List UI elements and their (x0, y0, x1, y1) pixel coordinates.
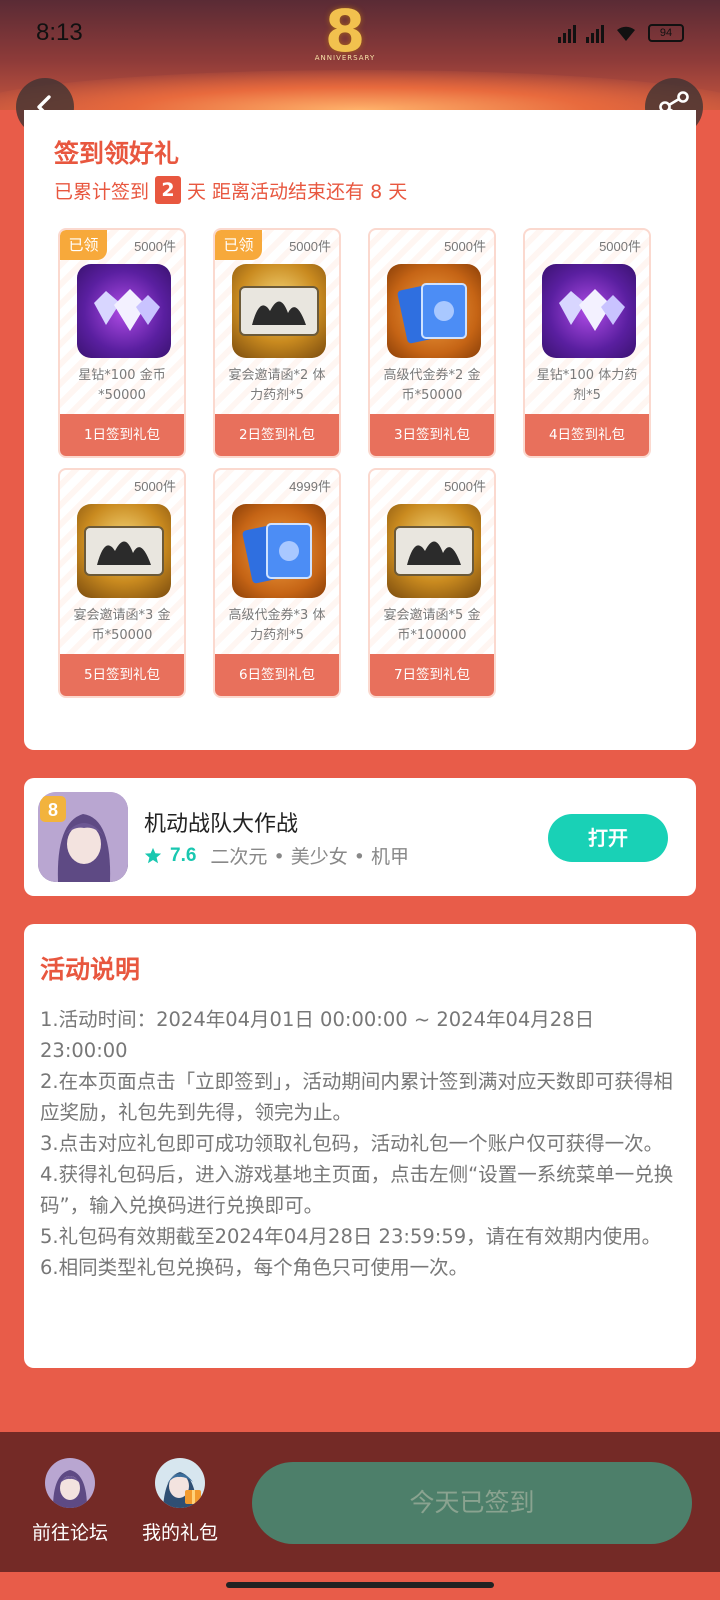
voucher-icon (232, 504, 326, 598)
gift-stock: 5000件 (599, 239, 641, 254)
gift-day-4[interactable]: 5000件 星钻*100 体力药剂*5 4日签到礼包 (523, 228, 651, 458)
gift-day-label: 6日签到礼包 (215, 654, 339, 696)
game-rating: 7.6 (170, 844, 197, 866)
bottom-bar: 前往论坛 我的礼包 今天已签到 (0, 1432, 720, 1572)
rules-body: 1.活动时间：2024年04月01日 00:00:00 ~ 2024年04月28… (40, 1004, 680, 1283)
gift-desc: 宴会邀请函*3 金币*50000 (73, 608, 171, 643)
gift-day-label: 1日签到礼包 (60, 414, 184, 456)
banner-glow (0, 70, 720, 110)
invitation-icon (387, 504, 481, 598)
status-bar: 8:13 94 (0, 0, 720, 66)
gift-day-7[interactable]: 5000件 宴会邀请函*5 金币*100000 7日签到礼包 (368, 468, 496, 698)
signal-icon (558, 23, 576, 43)
forum-button[interactable]: 前往论坛 (20, 1458, 120, 1545)
gift-stock: 5000件 (134, 479, 176, 494)
diamond-icon (77, 264, 171, 358)
gift-desc: 宴会邀请函*5 金币*100000 (383, 608, 481, 643)
rule-item: 1.活动时间：2024年04月01日 00:00:00 ~ 2024年04月28… (40, 1008, 595, 1062)
rules-title: 活动说明 (40, 955, 141, 984)
gift-day-label: 2日签到礼包 (215, 414, 339, 456)
forum-avatar-icon (45, 1458, 95, 1508)
rule-item: 3.点击对应礼包即可成功领取礼包码，活动礼包一个账户仅可获得一次。 (40, 1132, 664, 1155)
star-icon (144, 847, 162, 863)
signin-status-prefix: 已累计签到 (54, 180, 150, 203)
gift-stock: 5000件 (444, 239, 486, 254)
gift-day-3[interactable]: 5000件 高级代金券*2 金币*50000 3日签到礼包 (368, 228, 496, 458)
gift-day-5[interactable]: 5000件 宴会邀请函*3 金币*50000 5日签到礼包 (58, 468, 186, 698)
game-meta: 7.6 二次元 • 美少女 • 机甲 (144, 842, 409, 869)
gift-desc: 高级代金券*2 金币*50000 (383, 368, 481, 403)
game-name: 机动战队大作战 (144, 812, 299, 837)
gift-stock: 5000件 (289, 239, 331, 254)
invitation-icon (77, 504, 171, 598)
gift-day-label: 3日签到礼包 (370, 414, 494, 456)
my-gifts-button[interactable]: 我的礼包 (130, 1458, 230, 1545)
open-game-button[interactable]: 打开 (548, 814, 668, 862)
rules-card: 活动说明 1.活动时间：2024年04月01日 00:00:00 ~ 2024年… (24, 924, 696, 1368)
gift-day-label: 5日签到礼包 (60, 654, 184, 696)
signin-title: 签到领好礼 (54, 139, 180, 168)
rule-item: 6.相同类型礼包兑换码，每个角色只可使用一次。 (40, 1256, 469, 1279)
my-gifts-label: 我的礼包 (141, 1522, 218, 1544)
gift-day-1[interactable]: 已领 5000件 星钻*100 金币*50000 1日签到礼包 (58, 228, 186, 458)
gift-stock: 5000件 (444, 479, 486, 494)
gift-stock: 4999件 (289, 479, 331, 494)
status-time: 8:13 (36, 19, 83, 46)
gift-desc: 宴会邀请函*2 体力药剂*5 (228, 368, 326, 403)
claimed-badge: 已领 (215, 230, 262, 260)
claimed-badge: 已领 (60, 230, 107, 260)
gift-desc: 星钻*100 金币*50000 (78, 368, 166, 403)
signed-today-button[interactable]: 今天已签到 (252, 1462, 692, 1544)
signin-card: 签到领好礼 已累计签到 2 天 距离活动结束还有 8 天 已领 5000件 星钻… (24, 110, 696, 750)
diamond-icon (542, 264, 636, 358)
home-indicator (226, 1582, 494, 1588)
signal-icon-2 (586, 23, 604, 43)
status-icons: 94 (558, 23, 684, 43)
game-app-icon: 8 (38, 792, 128, 882)
signin-status-suffix: 天 距离活动结束还有 8 天 (187, 180, 408, 203)
voucher-icon (387, 264, 481, 358)
gift-day-2[interactable]: 已领 5000件 宴会邀请函*2 体力药剂*5 2日签到礼包 (213, 228, 341, 458)
gift-desc: 高级代金券*3 体力药剂*5 (228, 608, 326, 643)
game-tags: 二次元 • 美少女 • 机甲 (210, 846, 409, 868)
gift-stock: 5000件 (134, 239, 176, 254)
gift-day-label: 4日签到礼包 (525, 414, 649, 456)
svg-text:8: 8 (48, 800, 58, 820)
signin-status: 已累计签到 2 天 距离活动结束还有 8 天 (54, 176, 407, 204)
gift-desc: 星钻*100 体力药剂*5 (536, 368, 638, 403)
forum-label: 前往论坛 (31, 1522, 108, 1544)
wifi-icon (617, 26, 635, 41)
game-card[interactable]: 8 机动战队大作战 7.6 二次元 • 美少女 • 机甲 打开 (24, 778, 696, 896)
signin-days-count: 2 (155, 176, 182, 204)
invitation-icon (232, 264, 326, 358)
rule-item: 4.获得礼包码后，进入游戏基地主页面，点击左侧“设置一系统菜单一兑换码”，输入兑… (40, 1163, 674, 1217)
gift-day-6[interactable]: 4999件 高级代金券*3 体力药剂*5 6日签到礼包 (213, 468, 341, 698)
battery-icon: 94 (648, 24, 684, 42)
rule-item: 2.在本页面点击「立即签到」，活动期间内累计签到满对应天数即可获得相应奖励，礼包… (40, 1070, 673, 1124)
my-gifts-avatar-icon (155, 1458, 205, 1508)
gift-day-label: 7日签到礼包 (370, 654, 494, 696)
rule-item: 5.礼包码有效期截至2024年04月28日 23:59:59，请在有效期内使用。 (40, 1225, 662, 1248)
